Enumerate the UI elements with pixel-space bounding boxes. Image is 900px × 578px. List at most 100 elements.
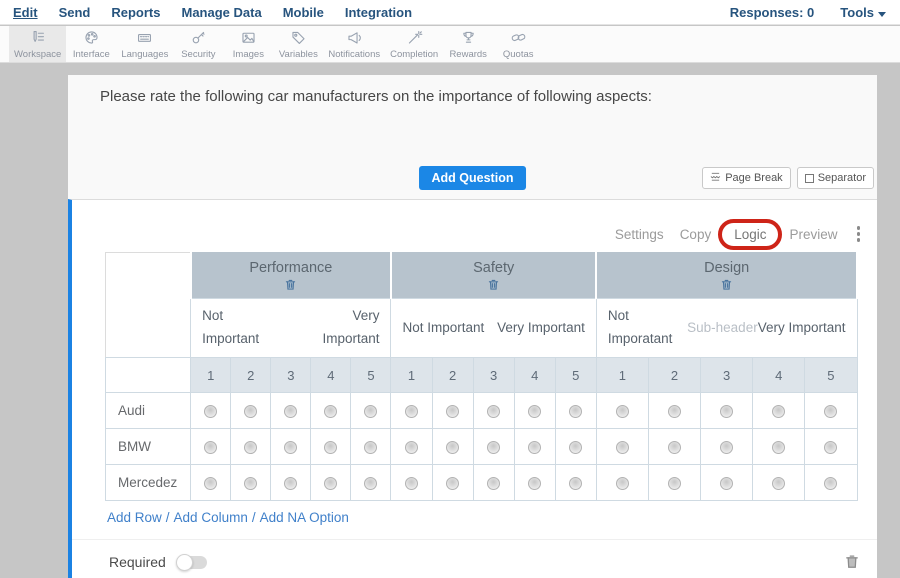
- nav-item-reports[interactable]: Reports: [111, 5, 160, 20]
- nav-item-mobile[interactable]: Mobile: [283, 5, 324, 20]
- subheader-placeholder[interactable]: Sub-header: [687, 317, 758, 340]
- logic-link[interactable]: Logic: [734, 227, 766, 242]
- radio-button[interactable]: [616, 405, 629, 418]
- radio-button[interactable]: [487, 441, 500, 454]
- radio-button[interactable]: [772, 405, 785, 418]
- question-text[interactable]: Please rate the following car manufactur…: [100, 88, 652, 105]
- radio-button[interactable]: [284, 405, 297, 418]
- required-label: Required: [109, 554, 166, 570]
- subheader-left-label[interactable]: Not Important: [202, 305, 266, 351]
- toolbar-item-workspace[interactable]: Workspace: [9, 26, 66, 62]
- required-toggle[interactable]: [177, 556, 207, 569]
- radio-button[interactable]: [364, 441, 377, 454]
- radio-button[interactable]: [772, 441, 785, 454]
- toolbar-item-variables[interactable]: Variables: [273, 26, 323, 62]
- nav-item-send[interactable]: Send: [59, 5, 91, 20]
- toolbar-item-security[interactable]: Security: [173, 26, 223, 62]
- radio-button[interactable]: [569, 405, 582, 418]
- delete-group-icon[interactable]: [488, 279, 499, 295]
- radio-button[interactable]: [405, 441, 418, 454]
- delete-group-icon[interactable]: [721, 279, 732, 295]
- radio-button[interactable]: [824, 405, 837, 418]
- subheader-right-label[interactable]: Very Important: [315, 305, 379, 351]
- radio-button[interactable]: [324, 441, 337, 454]
- radio-button[interactable]: [324, 405, 337, 418]
- nav-item-manage-data[interactable]: Manage Data: [181, 5, 261, 20]
- radio-button[interactable]: [364, 405, 377, 418]
- radio-button[interactable]: [487, 477, 500, 490]
- nav-item-edit[interactable]: Edit: [13, 5, 38, 20]
- delete-question-icon[interactable]: [845, 554, 859, 570]
- radio-button[interactable]: [244, 477, 257, 490]
- radio-button[interactable]: [204, 477, 217, 490]
- add-na-option-link[interactable]: Add NA Option: [260, 510, 349, 525]
- radio-button[interactable]: [824, 441, 837, 454]
- toolbar-item-completion[interactable]: Completion: [385, 26, 443, 62]
- table-row: Audi: [106, 393, 858, 429]
- radio-button[interactable]: [204, 405, 217, 418]
- radio-button[interactable]: [616, 441, 629, 454]
- copy-link[interactable]: Copy: [680, 227, 712, 242]
- add-question-button[interactable]: Add Question: [419, 166, 527, 190]
- radio-button[interactable]: [720, 405, 733, 418]
- radio-button[interactable]: [204, 441, 217, 454]
- scale-label: 1: [191, 358, 231, 393]
- radio-button[interactable]: [364, 477, 377, 490]
- column-group-design[interactable]: Design: [596, 253, 857, 299]
- radio-button[interactable]: [720, 441, 733, 454]
- row-label-bmw[interactable]: BMW: [106, 429, 191, 465]
- radio-button[interactable]: [528, 477, 541, 490]
- toolbar-item-rewards[interactable]: Rewards: [443, 26, 493, 62]
- more-options-icon[interactable]: [854, 226, 864, 242]
- column-group-performance[interactable]: Performance: [191, 253, 391, 299]
- radio-button[interactable]: [668, 477, 681, 490]
- separator-button[interactable]: Separator: [797, 167, 874, 189]
- radio-button[interactable]: [772, 477, 785, 490]
- quotas-icon: [510, 29, 527, 49]
- radio-button[interactable]: [446, 477, 459, 490]
- subheader-right-label[interactable]: Very Important: [497, 317, 585, 340]
- radio-button[interactable]: [405, 477, 418, 490]
- nav-item-integration[interactable]: Integration: [345, 5, 412, 20]
- toolbar-item-interface[interactable]: Interface: [66, 26, 116, 62]
- radio-button[interactable]: [405, 405, 418, 418]
- radio-button[interactable]: [569, 477, 582, 490]
- toolbar-item-images[interactable]: Images: [223, 26, 273, 62]
- languages-icon: [136, 29, 153, 49]
- subheader-left-label[interactable]: Not Important: [402, 317, 484, 340]
- toolbar-item-notifications[interactable]: Notifications: [323, 26, 385, 62]
- radio-button[interactable]: [528, 405, 541, 418]
- radio-button[interactable]: [446, 405, 459, 418]
- radio-button[interactable]: [487, 405, 500, 418]
- radio-button[interactable]: [244, 405, 257, 418]
- matrix-question-table: Performance Safety Design: [105, 252, 858, 501]
- radio-button[interactable]: [824, 477, 837, 490]
- subheader-left-label[interactable]: Not Imporatant: [608, 305, 687, 351]
- tools-menu[interactable]: Tools: [840, 5, 886, 20]
- add-row-link[interactable]: Add Row: [107, 510, 162, 525]
- radio-button[interactable]: [446, 441, 459, 454]
- question-preview-link[interactable]: Preview: [789, 227, 837, 242]
- radio-button[interactable]: [324, 477, 337, 490]
- row-label-audi[interactable]: Audi: [106, 393, 191, 429]
- column-group-safety[interactable]: Safety: [391, 253, 596, 299]
- scale-label: 5: [805, 358, 857, 393]
- radio-button[interactable]: [244, 441, 257, 454]
- radio-button[interactable]: [284, 441, 297, 454]
- delete-group-icon[interactable]: [285, 279, 296, 295]
- radio-button[interactable]: [284, 477, 297, 490]
- toolbar-item-languages[interactable]: Languages: [116, 26, 173, 62]
- page-break-button[interactable]: Page Break: [702, 167, 790, 189]
- radio-button[interactable]: [569, 441, 582, 454]
- row-label-mercedez[interactable]: Mercedez: [106, 465, 191, 501]
- subheader-right-label[interactable]: Very Important: [758, 317, 846, 340]
- radio-button[interactable]: [528, 441, 541, 454]
- toolbar-item-quotas[interactable]: Quotas: [493, 26, 543, 62]
- radio-button[interactable]: [616, 477, 629, 490]
- radio-button[interactable]: [720, 477, 733, 490]
- radio-button[interactable]: [668, 405, 681, 418]
- responses-count: Responses: 0: [730, 5, 815, 20]
- add-column-link[interactable]: Add Column: [174, 510, 248, 525]
- settings-link[interactable]: Settings: [615, 227, 664, 242]
- radio-button[interactable]: [668, 441, 681, 454]
